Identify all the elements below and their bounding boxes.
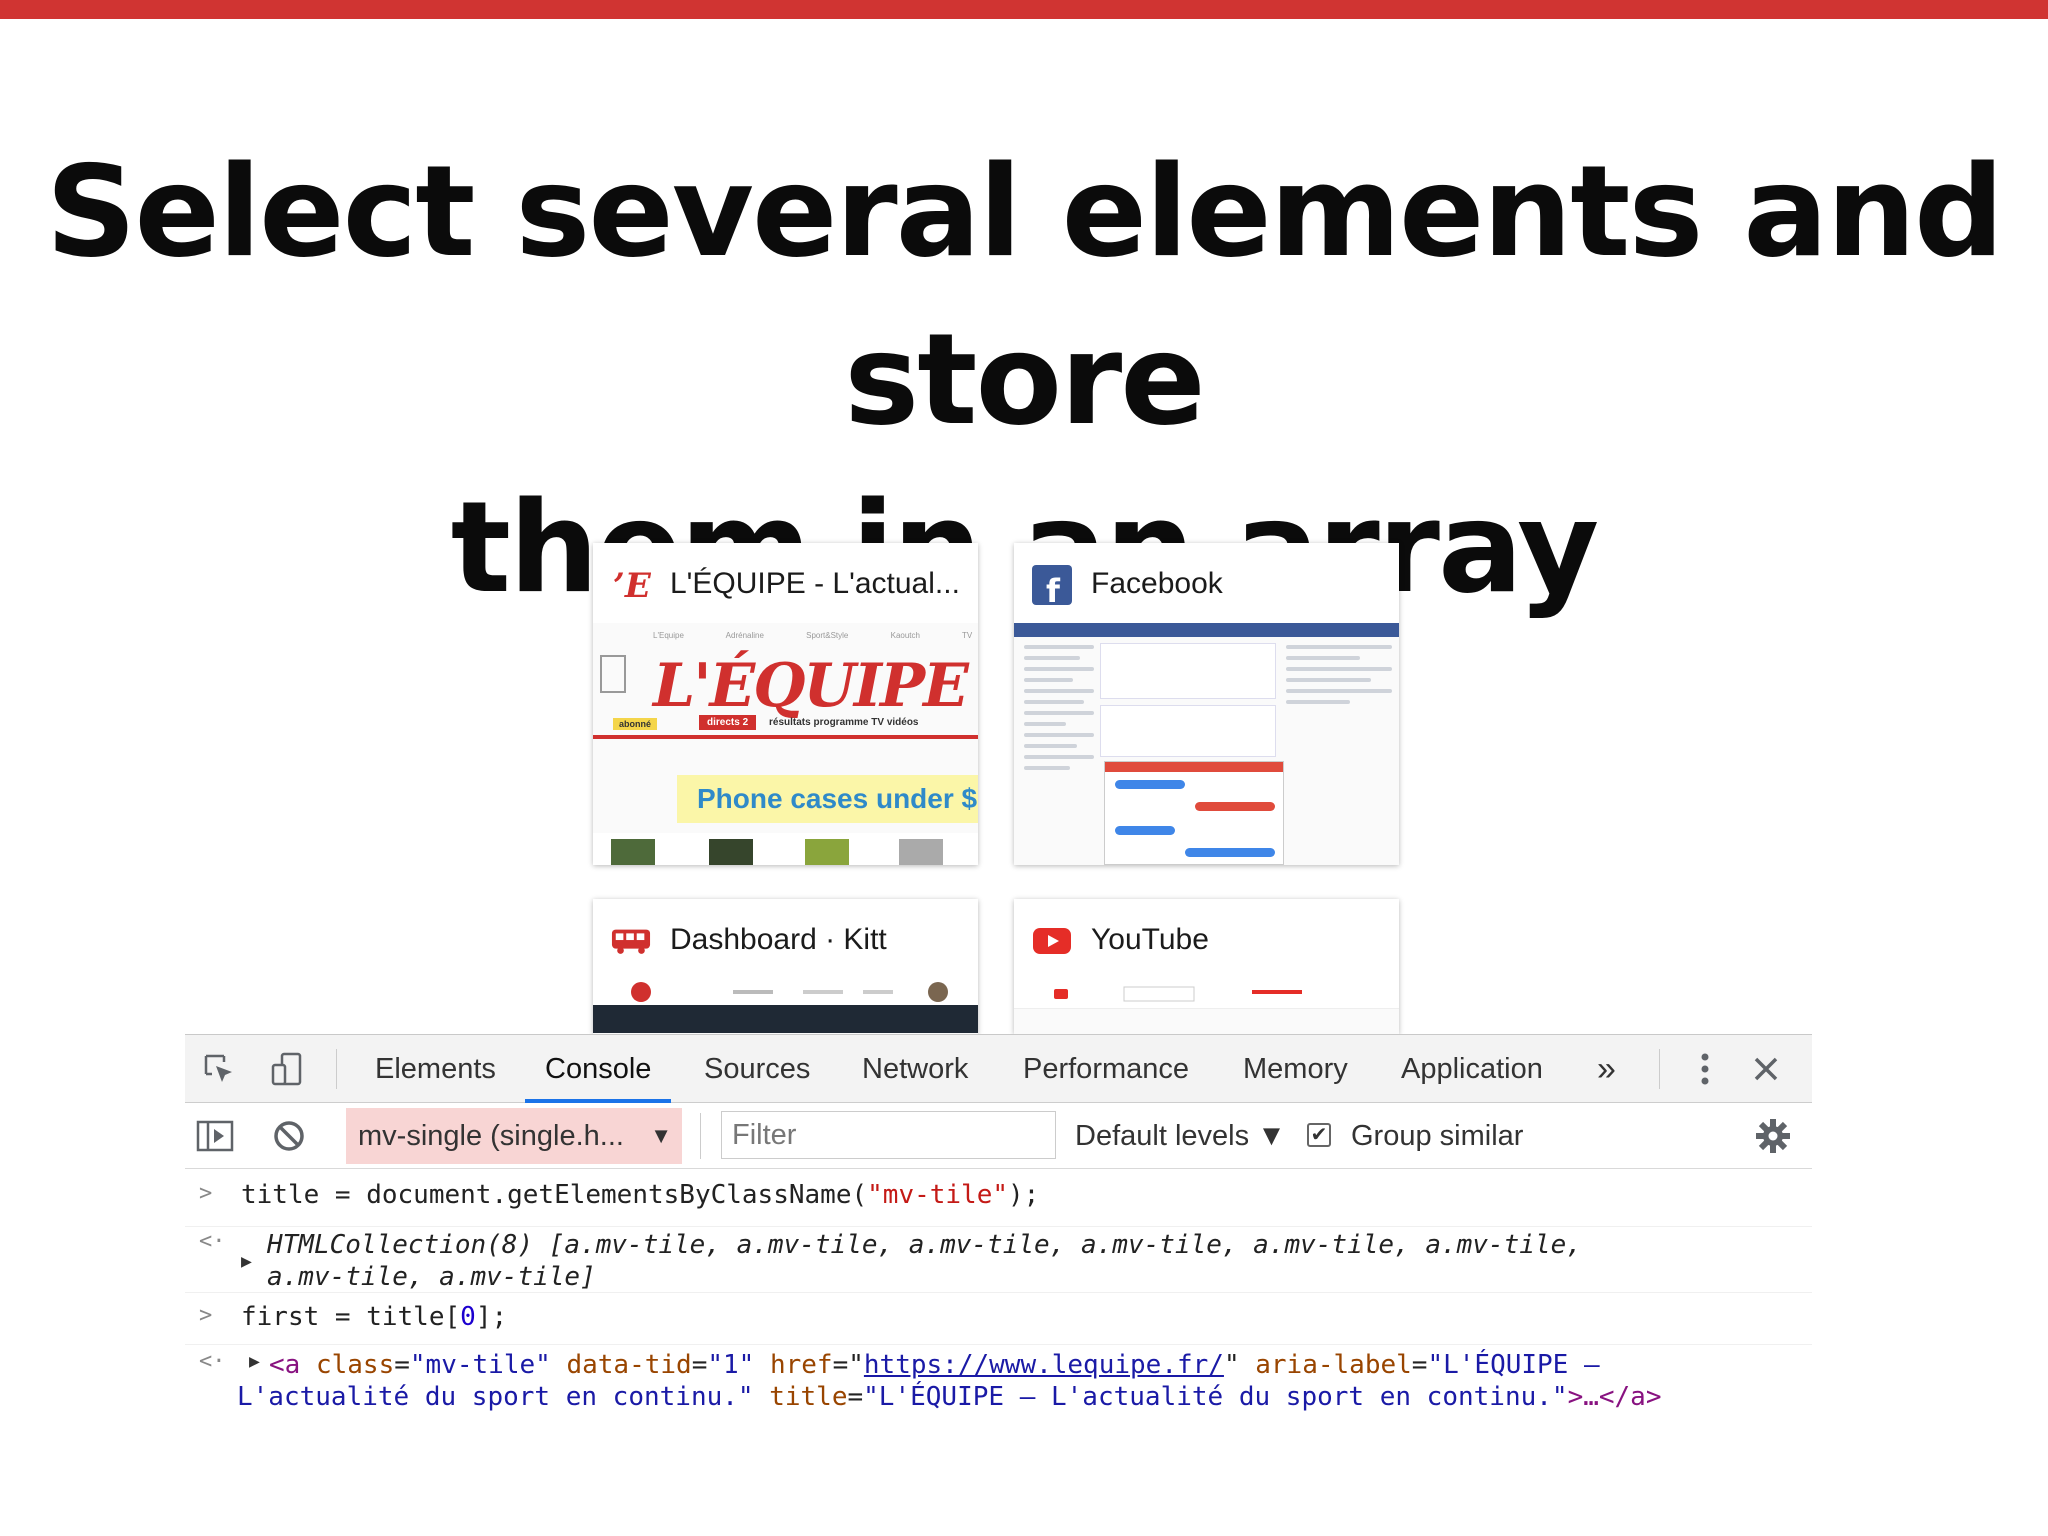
close-icon[interactable] bbox=[1746, 1049, 1786, 1089]
separator bbox=[700, 1113, 701, 1159]
console-input-row: > first = title[0]; bbox=[185, 1293, 1812, 1345]
top-accent-bar bbox=[0, 0, 2048, 19]
thumb-post-box bbox=[1100, 643, 1276, 699]
journal-icon bbox=[600, 655, 626, 693]
tab-sources[interactable]: Sources bbox=[704, 1035, 810, 1103]
separator bbox=[1659, 1049, 1660, 1089]
console-toolbar: mv-single (single.h... ▼ Default levels … bbox=[185, 1103, 1812, 1169]
thumb-post bbox=[1100, 705, 1276, 757]
gear-icon[interactable] bbox=[1753, 1116, 1793, 1156]
lequipe-logo: L'ÉQUIPE bbox=[653, 651, 969, 721]
thumb-topbar bbox=[593, 979, 978, 1005]
input-prompt-icon: > bbox=[199, 1181, 213, 1206]
tile-title: YouTube bbox=[1091, 923, 1209, 956]
tile-lequipe[interactable]: ’E L'ÉQUIPE - L'actual... L'Equipe Adrén… bbox=[593, 543, 978, 865]
bus-icon bbox=[611, 921, 651, 961]
thumb-menu: abonné directs 2 résultats programme TV … bbox=[593, 713, 978, 739]
tab-console[interactable]: Console bbox=[524, 1035, 672, 1103]
tile-header: f Facebook bbox=[1014, 543, 1399, 623]
clear-console-icon[interactable] bbox=[269, 1116, 309, 1156]
dropdown-arrow-icon: ▼ bbox=[650, 1123, 672, 1148]
console-line: L'actualité du sport en continu." title=… bbox=[237, 1382, 1662, 1412]
tile-title: L'ÉQUIPE - L'actual... bbox=[670, 567, 960, 600]
youtube-icon bbox=[1032, 921, 1072, 961]
thumb-sidebar bbox=[1024, 645, 1094, 777]
devtools-panel: Elements Console Sources Network Perform… bbox=[185, 1034, 1812, 1444]
filter-input-box[interactable] bbox=[721, 1111, 1056, 1159]
tab-performance[interactable]: Performance bbox=[1023, 1035, 1189, 1103]
tab-elements[interactable]: Elements bbox=[375, 1035, 496, 1103]
directs-badge: directs 2 bbox=[699, 715, 757, 730]
console-line: HTMLCollection(8) [a.mv-tile, a.mv-tile,… bbox=[267, 1230, 1582, 1260]
tile-thumbnail bbox=[1014, 979, 1399, 1034]
console-line: title = document.getElementsByClassName(… bbox=[241, 1180, 1040, 1210]
thumb-chat-window bbox=[1104, 761, 1284, 865]
thumb-nav: L'Equipe Adrénaline Sport&Style Kaoutch … bbox=[653, 631, 973, 640]
console-result-row: <· ▶ HTMLCollection(8) [a.mv-tile, a.mv-… bbox=[185, 1227, 1812, 1293]
tile-thumbnail bbox=[593, 979, 978, 1034]
group-similar-label: Group similar bbox=[1351, 1120, 1524, 1152]
console-output: > title = document.getElementsByClassNam… bbox=[185, 1169, 1812, 1417]
tile-header: Dashboard · Kitt bbox=[593, 899, 978, 979]
tile-youtube[interactable]: YouTube bbox=[1014, 899, 1399, 1034]
console-input-row: > title = document.getElementsByClassNam… bbox=[185, 1169, 1812, 1227]
tile-kitt[interactable]: Dashboard · Kitt bbox=[593, 899, 978, 1034]
tab-network[interactable]: Network bbox=[862, 1035, 968, 1103]
href-link[interactable]: https://www.lequipe.fr/ bbox=[864, 1350, 1224, 1380]
tile-facebook[interactable]: f Facebook bbox=[1014, 543, 1399, 865]
tile-thumbnail bbox=[1014, 623, 1399, 865]
device-toolbar-icon[interactable] bbox=[267, 1049, 307, 1089]
thumb-topbar bbox=[1014, 979, 1399, 1009]
console-line: a.mv-tile, a.mv-tile] bbox=[267, 1262, 596, 1292]
group-similar-checkbox[interactable]: ✔ bbox=[1307, 1123, 1331, 1147]
svg-text:f: f bbox=[1046, 572, 1061, 605]
console-line: <a class="mv-tile" data-tid="1" href="ht… bbox=[269, 1350, 1600, 1380]
log-levels-dropdown[interactable]: Default levels ▼ bbox=[1075, 1103, 1286, 1169]
inspect-element-icon[interactable] bbox=[199, 1049, 239, 1089]
tab-memory[interactable]: Memory bbox=[1243, 1035, 1348, 1103]
facebook-icon: f bbox=[1032, 565, 1072, 605]
tab-application[interactable]: Application bbox=[1401, 1035, 1543, 1103]
devtools-tabbar: Elements Console Sources Network Perform… bbox=[185, 1035, 1812, 1103]
console-line: first = title[0]; bbox=[241, 1302, 508, 1332]
expand-triangle-icon[interactable]: ▶ bbox=[241, 1251, 252, 1272]
console-result-row: <· ▶ <a class="mv-tile" data-tid="1" hre… bbox=[185, 1345, 1812, 1417]
tile-header: ’E L'ÉQUIPE - L'actual... bbox=[593, 543, 978, 623]
context-selector-label: mv-single (single.h... bbox=[358, 1120, 624, 1152]
ad-banner: Phone cases under $ bbox=[677, 775, 978, 823]
input-prompt-icon: > bbox=[199, 1303, 213, 1328]
result-prompt-icon: <· bbox=[199, 1229, 226, 1254]
thumb-topbar bbox=[1014, 623, 1399, 637]
context-selector[interactable]: mv-single (single.h... ▼ bbox=[346, 1108, 682, 1164]
kebab-menu-icon[interactable] bbox=[1685, 1049, 1725, 1089]
expand-triangle-icon[interactable]: ▶ bbox=[249, 1351, 260, 1372]
tile-title: Dashboard · Kitt bbox=[670, 923, 887, 956]
filter-input[interactable] bbox=[722, 1112, 1055, 1158]
svg-text:’E: ’E bbox=[613, 566, 651, 605]
tile-header: YouTube bbox=[1014, 899, 1399, 979]
thumb-menu-text: résultats programme TV vidéos bbox=[769, 717, 919, 728]
tile-title: Facebook bbox=[1091, 567, 1223, 600]
sidebar-toggle-icon[interactable] bbox=[195, 1116, 235, 1156]
lequipe-icon: ’E bbox=[611, 565, 651, 605]
more-tabs-icon[interactable]: » bbox=[1597, 1035, 1616, 1103]
separator bbox=[336, 1049, 337, 1089]
tile-thumbnail: L'Equipe Adrénaline Sport&Style Kaoutch … bbox=[593, 623, 978, 865]
thumb-dark-bar bbox=[593, 1005, 978, 1033]
thumb-strip bbox=[593, 833, 978, 865]
thumb-right-column bbox=[1286, 645, 1392, 711]
abonne-badge: abonné bbox=[613, 718, 658, 730]
slide-title-line-1: Select several elements and store bbox=[45, 138, 2004, 453]
result-prompt-icon: <· bbox=[199, 1349, 226, 1374]
